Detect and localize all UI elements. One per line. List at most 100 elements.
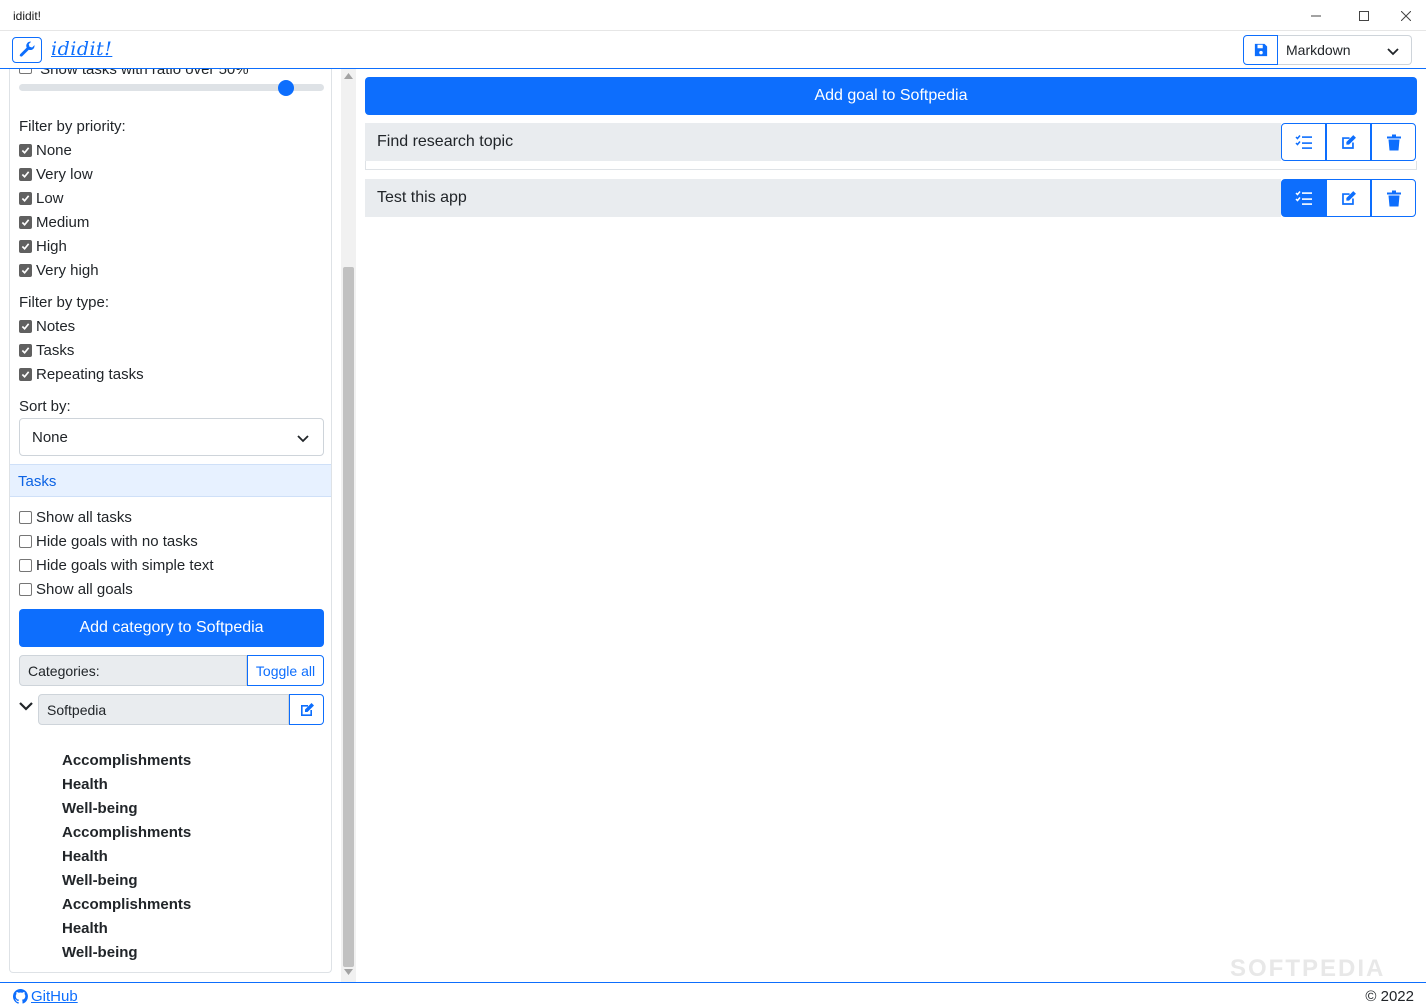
task-filter-checkbox[interactable] <box>19 534 32 548</box>
toggle-tasks-button[interactable] <box>1281 179 1326 217</box>
task-filter-option[interactable]: Show all goals <box>19 579 133 599</box>
maximize-button[interactable] <box>1342 0 1386 31</box>
task-filter-label: Hide goals with no tasks <box>36 532 198 550</box>
task-filter-option[interactable]: Hide goals with simple text <box>19 555 214 575</box>
collapse-caret-icon[interactable] <box>19 699 33 713</box>
task-filter-label: Hide goals with simple text <box>36 556 214 574</box>
edit-goal-button[interactable] <box>1326 123 1371 161</box>
type-checkbox[interactable] <box>19 343 32 357</box>
checkmark-icon <box>21 194 30 202</box>
edit-icon <box>1342 190 1356 205</box>
github-label: GitHub <box>31 988 78 1005</box>
type-label: Repeating tasks <box>36 365 144 383</box>
close-button[interactable] <box>1384 0 1426 31</box>
priority-checkbox[interactable] <box>19 143 32 157</box>
app-brand[interactable]: ididit! <box>51 38 112 60</box>
edit-icon <box>300 702 314 716</box>
chevron-down-icon <box>1387 48 1399 56</box>
edit-category-button[interactable] <box>289 694 324 725</box>
toggle-all-button[interactable]: Toggle all <box>247 655 324 686</box>
subcategory-item[interactable]: Health <box>62 919 191 943</box>
scroll-up-icon[interactable] <box>344 73 353 79</box>
ratio-slider-thumb[interactable] <box>278 80 294 96</box>
priority-label: Medium <box>36 213 90 231</box>
window-titlebar: ididit! <box>0 0 1426 31</box>
priority-checkbox[interactable] <box>19 191 32 205</box>
edit-icon <box>1342 134 1356 149</box>
priority-option[interactable]: Very high <box>19 260 99 280</box>
sort-select[interactable]: None <box>19 418 324 456</box>
priority-option[interactable]: Medium <box>19 212 89 232</box>
task-filter-checkbox[interactable] <box>19 558 32 572</box>
app-header: ididit! Markdown <box>0 31 1426 69</box>
priority-checkbox[interactable] <box>19 167 32 181</box>
subcategory-item[interactable]: Accomplishments <box>62 895 191 919</box>
priority-label: Low <box>36 189 64 207</box>
subcategory-item[interactable]: Accomplishments <box>62 823 191 847</box>
sort-by-label: Sort by: <box>19 398 71 415</box>
subcategory-item[interactable]: Well-being <box>62 943 191 967</box>
type-option[interactable]: Tasks <box>19 340 74 360</box>
toggle-tasks-button[interactable] <box>1281 123 1326 161</box>
goal-title[interactable]: Find research topic <box>365 123 1281 161</box>
sort-select-value: None <box>32 429 68 446</box>
delete-goal-button[interactable] <box>1371 179 1416 217</box>
save-button[interactable] <box>1243 35 1278 65</box>
task-filter-checkbox[interactable] <box>19 582 32 596</box>
scrollbar-thumb[interactable] <box>343 267 354 967</box>
priority-option[interactable]: Low <box>19 188 64 208</box>
priority-checkbox[interactable] <box>19 239 32 253</box>
priority-checkbox[interactable] <box>19 215 32 229</box>
priority-option[interactable]: None <box>19 140 72 160</box>
category-name: Softpedia <box>38 694 289 725</box>
checkmark-icon <box>21 370 30 378</box>
window-title: ididit! <box>13 9 42 23</box>
type-checkbox[interactable] <box>19 319 32 333</box>
checkmark-icon <box>21 322 30 330</box>
format-select[interactable]: Markdown <box>1278 35 1412 65</box>
type-checkbox[interactable] <box>19 367 32 381</box>
footer: GitHub © 2022 <box>0 982 1426 1008</box>
task-filter-checkbox[interactable] <box>19 510 32 524</box>
sidebar-scrollbar[interactable] <box>341 69 356 982</box>
tasks-section-header[interactable]: Tasks <box>10 464 331 497</box>
type-option[interactable]: Repeating tasks <box>19 364 144 384</box>
trash-icon <box>1386 134 1401 150</box>
app-logo[interactable] <box>12 37 42 63</box>
scroll-down-icon[interactable] <box>344 969 353 975</box>
task-filter-label: Show all goals <box>36 580 133 598</box>
github-link[interactable]: GitHub <box>13 988 78 1005</box>
priority-option[interactable]: High <box>19 236 67 256</box>
subcategory-item[interactable]: Accomplishments <box>62 751 191 775</box>
subcategory-item[interactable]: Health <box>62 847 191 871</box>
add-category-button[interactable]: Add category to Softpedia <box>19 609 324 647</box>
filter-type-label: Filter by type: <box>19 294 110 311</box>
ratio-filter-checkbox[interactable] <box>19 69 32 74</box>
checkmark-icon <box>21 146 30 154</box>
priority-checkbox[interactable] <box>19 263 32 277</box>
trash-icon <box>1386 190 1401 206</box>
minimize-icon <box>1311 15 1321 16</box>
checkmark-icon <box>21 218 30 226</box>
subcategory-item[interactable]: Well-being <box>62 799 191 823</box>
task-filter-option[interactable]: Show all tasks <box>19 507 132 527</box>
wrench-icon <box>19 41 35 57</box>
priority-option[interactable]: Very low <box>19 164 93 184</box>
minimize-button[interactable] <box>1294 0 1338 31</box>
subcategory-item[interactable]: Well-being <box>62 871 191 895</box>
priority-label: None <box>36 141 72 159</box>
delete-goal-button[interactable] <box>1371 123 1416 161</box>
close-icon <box>1401 10 1411 21</box>
edit-goal-button[interactable] <box>1326 179 1371 217</box>
type-option[interactable]: Notes <box>19 316 75 336</box>
ratio-filter-row[interactable]: Show tasks with ratio over 50% <box>19 69 249 78</box>
watermark: SOFTPEDIA <box>1230 955 1386 982</box>
goal-task-panel <box>365 161 1417 170</box>
copyright-text: © 2022 <box>1365 988 1414 1005</box>
task-list-icon <box>1294 191 1312 205</box>
add-goal-button[interactable]: Add goal to Softpedia <box>365 77 1417 115</box>
subcategory-item[interactable]: Health <box>62 775 191 799</box>
task-filter-option[interactable]: Hide goals with no tasks <box>19 531 198 551</box>
ratio-filter-label: Show tasks with ratio over 50% <box>40 69 249 78</box>
goal-title[interactable]: Test this app <box>365 179 1281 217</box>
